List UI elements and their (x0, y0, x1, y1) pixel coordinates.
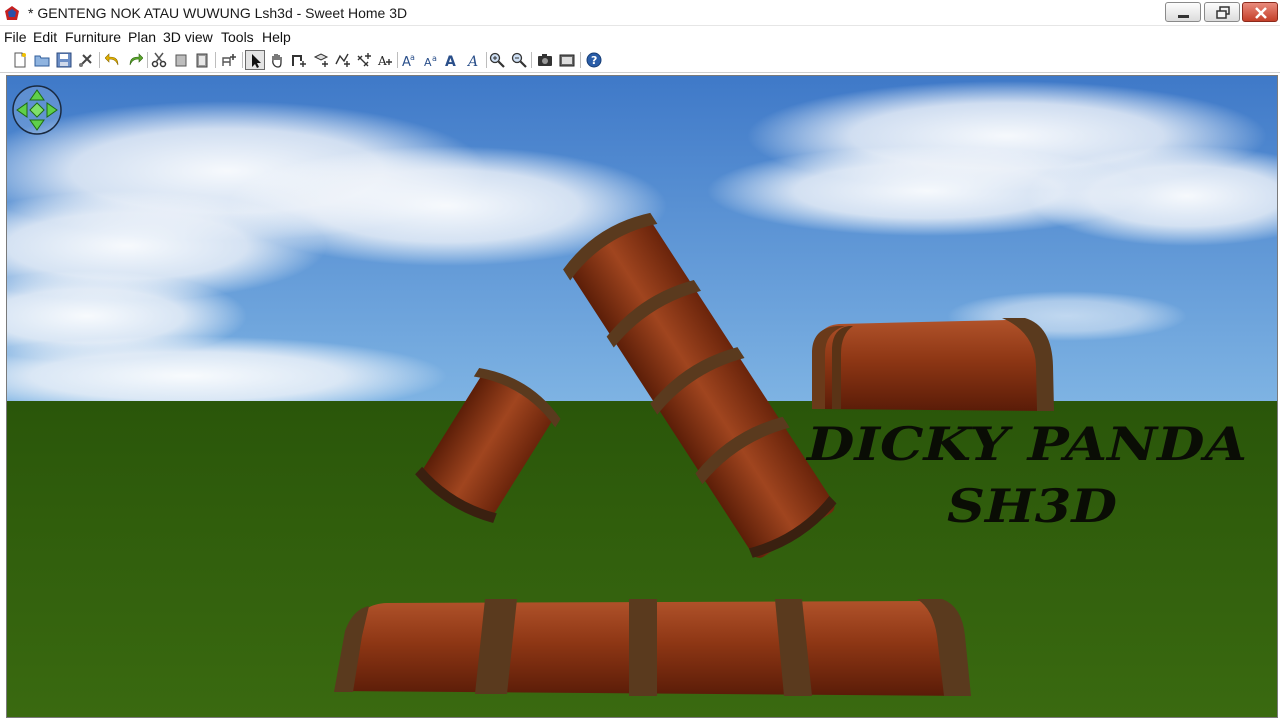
toolbar-separator (580, 52, 581, 68)
bold-text-button[interactable]: A (442, 50, 462, 70)
window-title: * GENTENG NOK ATAU WUWUNG Lsh3d - Sweet … (28, 5, 408, 21)
svg-text:A: A (424, 56, 432, 68)
close-button[interactable] (1242, 2, 1278, 22)
increase-text-size-icon: Aa (402, 53, 415, 68)
create-walls-button[interactable] (289, 50, 309, 70)
save-icon (56, 52, 72, 68)
help-icon: ? (586, 52, 602, 68)
menu-bar: File Edit Furniture Plan 3D view Tools H… (0, 27, 1280, 47)
add-text-icon: A (377, 54, 392, 68)
toolbar-separator (531, 52, 532, 68)
minimize-button[interactable] (1165, 2, 1201, 22)
overlay-text-line1: DICKY PANDA (805, 417, 1247, 471)
copy-button[interactable] (171, 50, 191, 70)
menu-furniture[interactable]: Furniture (65, 29, 121, 45)
menu-plan[interactable]: Plan (128, 29, 156, 45)
restore-button[interactable] (1204, 2, 1240, 22)
toolbar-separator (242, 52, 243, 68)
menu-help[interactable]: Help (262, 29, 291, 45)
zoom-in-icon (489, 52, 505, 68)
sweet-home-3d-icon (5, 6, 19, 20)
menu-edit[interactable]: Edit (33, 29, 57, 45)
increase-text-size-button[interactable]: Aa (399, 50, 419, 70)
open-button[interactable] (32, 50, 52, 70)
create-photo-icon (538, 54, 552, 66)
select-arrow-icon (252, 54, 261, 68)
paste-icon (196, 53, 208, 68)
new-button[interactable] (10, 50, 30, 70)
decrease-text-size-icon: Aa (424, 54, 437, 68)
toolbar-separator (99, 52, 100, 68)
create-dimensions-icon (357, 53, 371, 67)
italic-text-button[interactable]: A (464, 50, 484, 70)
3d-scene[interactable]: DICKY PANDA SH3D (7, 76, 1278, 718)
toolbar: A Aa Aa A A ? (0, 48, 1280, 73)
zoom-out-button[interactable] (509, 50, 529, 70)
select-mode-button[interactable] (245, 50, 265, 70)
svg-text:?: ? (591, 54, 597, 67)
create-polylines-icon (335, 53, 350, 67)
preferences-icon (79, 54, 92, 67)
ridge-tile-right[interactable] (812, 318, 1054, 411)
svg-text:a: a (410, 53, 415, 62)
close-icon (1255, 7, 1267, 19)
cut-icon (151, 52, 167, 68)
new-icon (14, 52, 26, 68)
pan-mode-button[interactable] (267, 50, 287, 70)
redo-button[interactable] (125, 50, 145, 70)
zoom-in-button[interactable] (487, 50, 507, 70)
cut-button[interactable] (149, 50, 169, 70)
copy-icon (175, 54, 187, 67)
create-photo-button[interactable] (535, 50, 555, 70)
open-icon (34, 55, 50, 67)
3d-view[interactable]: DICKY PANDA SH3D (6, 75, 1278, 718)
ridge-tile-bottom[interactable] (334, 599, 971, 696)
create-walls-icon (292, 55, 306, 67)
svg-text:A: A (445, 54, 456, 68)
create-video-icon (559, 54, 575, 67)
decrease-text-size-button[interactable]: Aa (421, 50, 441, 70)
zoom-out-icon (511, 52, 527, 68)
minimize-icon (1178, 15, 1189, 18)
menu-tools[interactable]: Tools (221, 29, 254, 45)
create-rooms-icon (313, 53, 329, 67)
italic-text-icon: A (466, 54, 478, 68)
add-furniture-icon (222, 54, 236, 66)
redo-icon (129, 53, 143, 66)
undo-button[interactable] (103, 50, 123, 70)
app-window: * GENTENG NOK ATAU WUWUNG Lsh3d - Sweet … (0, 0, 1280, 720)
menu-3d-view[interactable]: 3D view (163, 29, 213, 45)
navigation-arrows-icon[interactable] (12, 85, 62, 135)
help-button[interactable]: ? (584, 50, 604, 70)
pan-hand-icon (272, 54, 282, 68)
create-video-button[interactable] (557, 50, 577, 70)
create-polylines-button[interactable] (333, 50, 353, 70)
add-text-button[interactable]: A (375, 50, 395, 70)
svg-text:a: a (432, 54, 437, 63)
restore-icon (1216, 6, 1230, 19)
overlay-text-line2: SH3D (947, 479, 1117, 533)
preferences-button[interactable] (76, 50, 96, 70)
bold-text-icon: A (445, 54, 456, 68)
add-furniture-button[interactable] (219, 50, 239, 70)
svg-text:A: A (466, 54, 478, 68)
title-bar: * GENTENG NOK ATAU WUWUNG Lsh3d - Sweet … (0, 0, 1280, 26)
undo-icon (105, 53, 119, 66)
menu-file[interactable]: File (4, 29, 27, 45)
toolbar-separator (215, 52, 216, 68)
save-button[interactable] (54, 50, 74, 70)
create-rooms-button[interactable] (311, 50, 331, 70)
paste-button[interactable] (192, 50, 212, 70)
toolbar-separator (147, 52, 148, 68)
toolbar-separator (397, 52, 398, 68)
svg-text:A: A (377, 54, 387, 68)
create-dimensions-button[interactable] (354, 50, 374, 70)
